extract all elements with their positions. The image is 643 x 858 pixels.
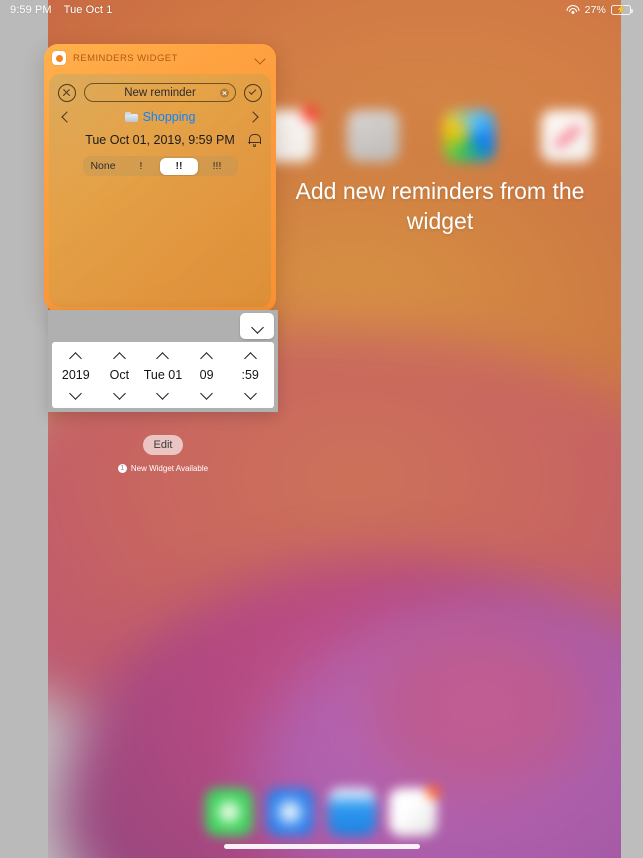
dock [205,785,440,840]
new-reminder-row: New reminder [49,74,271,102]
dock-item-files[interactable] [388,785,440,836]
selected-list[interactable]: Shopping [73,110,247,124]
home-app-icon-4[interactable] [541,110,593,162]
chevron-down-icon[interactable] [68,390,84,400]
selected-list-label: Shopping [142,110,196,124]
priority-option-none[interactable]: None [84,158,122,175]
new-widget-available-notice: 1 New Widget Available [88,464,238,473]
date-picker-column-month: Oct [98,350,142,400]
chevron-up-icon[interactable] [111,350,127,360]
priority-option-high[interactable]: !!! [198,158,236,175]
new-widget-label: New Widget Available [130,464,209,473]
widget-header: REMINDERS WIDGET [44,44,276,72]
battery-percent: 27% [584,4,606,16]
folder-icon [124,112,138,122]
home-indicator[interactable] [223,844,420,849]
chevron-right-icon[interactable] [247,109,261,125]
chevron-up-icon[interactable] [199,350,215,360]
chevron-left-icon[interactable] [59,109,73,125]
circle-x-icon[interactable] [58,83,76,102]
hint-text: Add new reminders from the widget [295,178,585,234]
chevron-down-icon [250,319,264,333]
chevron-down-icon[interactable] [242,390,258,400]
ipad-home-screen: 9:59 PM Tue Oct 1 27% ⚡ Add new reminder… [0,0,643,858]
dock-item-messages[interactable] [205,788,253,836]
chevron-down-icon[interactable] [155,390,171,400]
reminder-title-value: New reminder [124,86,196,99]
bell-icon[interactable] [247,132,261,148]
wifi-icon [566,5,580,15]
date-picker-dismiss-button[interactable] [240,313,274,339]
widget-body: New reminder Shopping Tue Oct 01, 2019, … [49,74,271,307]
reminders-widget[interactable]: REMINDERS WIDGET New reminder Shopping T… [44,44,276,312]
new-widget-count-badge: 1 [117,464,127,473]
status-date: Tue Oct 1 [63,4,113,16]
date-picker-toolbar [48,310,278,342]
date-picker-hour-value[interactable]: 09 [200,368,214,382]
home-app-icon-2[interactable] [347,110,399,162]
dock-item-safari[interactable] [266,788,315,836]
due-date-text[interactable]: Tue Oct 01, 2019, 9:59 PM [59,133,247,147]
reminders-app-icon [52,51,66,65]
date-picker-year-value[interactable]: 2019 [62,368,90,382]
status-bar: 9:59 PM Tue Oct 1 27% ⚡ [0,0,643,20]
edit-widgets-button[interactable]: Edit [143,435,183,455]
date-picker-columns: 2019 Oct Tue 01 09 :59 [52,342,274,408]
clear-text-icon[interactable] [220,88,229,97]
date-picker-column-hour: 09 [185,350,229,400]
priority-control-wrap: None ! !! !!! [49,148,271,176]
reminder-title-input[interactable]: New reminder [84,83,236,102]
due-date-row[interactable]: Tue Oct 01, 2019, 9:59 PM [49,125,271,148]
priority-option-medium[interactable]: !! [160,157,198,175]
date-picker-day-value[interactable]: Tue 01 [144,368,182,382]
date-picker-sheet: 2019 Oct Tue 01 09 :59 [48,310,278,412]
date-picker-column-day: Tue 01 [141,350,185,400]
chevron-up-icon[interactable] [68,350,84,360]
chevron-up-icon[interactable] [242,350,258,360]
date-picker-month-value[interactable]: Oct [110,368,129,382]
chevron-down-icon[interactable] [254,52,266,64]
status-time: 9:59 PM [10,4,52,16]
chevron-up-icon[interactable] [155,350,171,360]
priority-segmented-control[interactable]: None ! !! !!! [82,156,238,176]
date-picker-column-year: 2019 [54,350,98,400]
list-selector-row: Shopping [49,102,271,125]
date-picker-minute-value[interactable]: :59 [241,368,258,382]
battery-charging-icon: ⚡ [611,5,633,15]
date-picker-column-minute: :59 [228,350,272,400]
priority-option-low[interactable]: ! [122,158,160,175]
circle-check-icon[interactable] [244,83,262,102]
chevron-down-icon[interactable] [199,390,215,400]
dock-item-mail[interactable] [327,788,376,836]
home-app-icon-3[interactable] [443,110,495,162]
chevron-down-icon[interactable] [111,390,127,400]
widget-title: REMINDERS WIDGET [73,52,178,64]
